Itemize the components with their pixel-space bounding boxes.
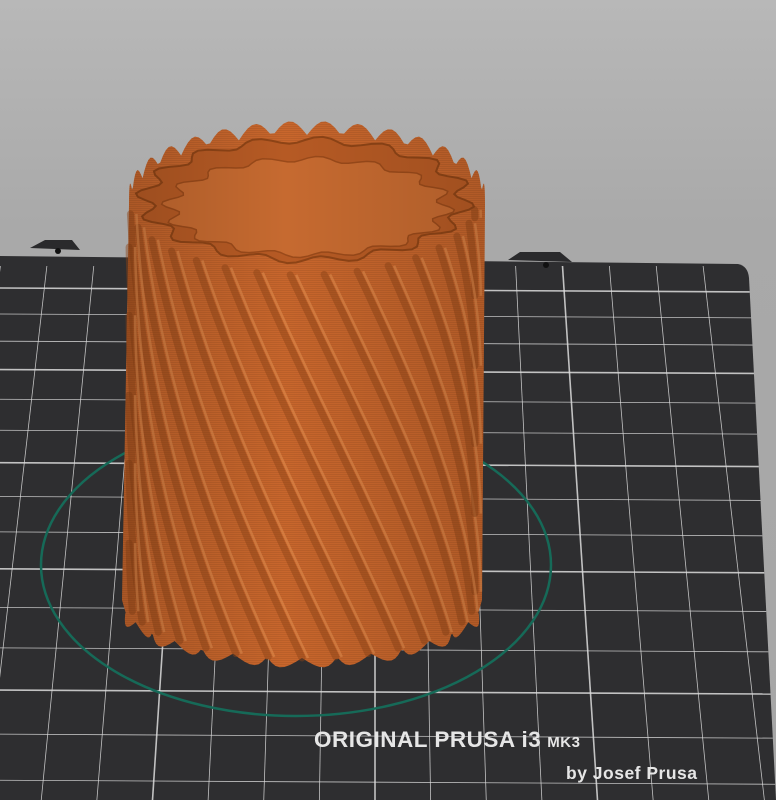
bed-hole-icon (543, 262, 549, 268)
3d-viewport[interactable]: ORIGINAL PRUSA i3 MK3 by Josef Prusa (0, 0, 776, 800)
vase-shading (122, 121, 485, 668)
bed-hole-icon (55, 248, 61, 254)
bed-byline-label: by Josef Prusa (566, 763, 698, 783)
model-text: MK3 (547, 734, 581, 751)
bed-brand-label: ORIGINAL PRUSA i3 MK3 (314, 727, 580, 753)
bed-mount-tab-right (508, 252, 572, 262)
bed-mount-tab-left (30, 240, 80, 250)
brand-text: ORIGINAL PRUSA i3 (314, 727, 542, 752)
scene-canvas[interactable] (0, 0, 776, 800)
print-preview-object[interactable] (122, 121, 485, 668)
